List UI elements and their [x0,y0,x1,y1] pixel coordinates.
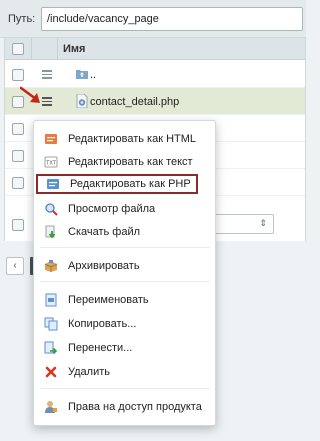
menu-item-label: Копировать... [68,318,137,330]
php-file-icon [76,94,88,108]
chevron-updown-icon: ⇕ [259,218,267,228]
row-name[interactable]: contact_detail.php [90,96,179,108]
edit-html-icon [45,134,57,144]
menu-item-delete[interactable]: Удалить [34,362,215,382]
row-name[interactable]: .. [90,69,96,81]
access-rights-icon [45,401,57,413]
menu-item-label: Права на доступ продукта [68,401,202,413]
menu-divider [40,247,210,248]
table-row-selected[interactable]: contact_detail.php [5,88,305,115]
menu-divider [40,281,210,282]
folder-up-icon [76,70,88,79]
path-bar: Путь: /include/vacancy_page [0,0,306,38]
edit-text-icon: TXT [44,156,58,168]
select-all-checkbox[interactable] [12,43,24,55]
row-checkbox[interactable] [12,123,24,135]
menu-item-rename[interactable]: Переименовать [34,290,215,310]
delete-icon [45,366,57,378]
menu-item-label: Удалить [68,366,110,378]
menu-item-label: Архивировать [68,260,140,272]
menu-item-label: Перенести... [68,342,133,354]
row-checkbox[interactable] [12,150,24,162]
menu-item-label: Редактировать как текст [68,156,193,168]
grid-header: Имя [5,38,305,60]
move-icon [44,341,58,355]
edit-php-icon [47,179,59,189]
archive-icon [44,260,58,272]
header-separator [57,38,58,60]
menu-item-label: Редактировать как HTML [68,133,197,145]
copy-icon [44,317,58,331]
svg-text:TXT: TXT [45,160,56,166]
menu-item-label: Скачать файл [68,226,141,238]
menu-item-edit-text[interactable]: TXT Редактировать как текст [34,152,215,172]
context-menu: Редактировать как HTML TXT Редактировать… [33,120,216,426]
pager-prev-button[interactable]: ‹ [6,257,24,275]
path-label: Путь: [8,13,36,25]
row-menu-icon[interactable] [42,70,52,81]
column-header-name[interactable]: Имя [63,43,85,55]
menu-divider [40,388,210,389]
menu-item-label: Редактировать как PHP [70,178,191,190]
red-arrow-icon [20,86,40,103]
menu-item-edit-html[interactable]: Редактировать как HTML [34,129,215,149]
footer-checkbox[interactable] [12,219,24,231]
menu-item-download[interactable]: Скачать файл [34,222,215,242]
menu-item-view-file[interactable]: Просмотр файла [34,199,215,219]
row-checkbox[interactable] [12,69,24,81]
download-icon [45,225,56,239]
menu-item-label: Переименовать [68,294,149,306]
row-checkbox[interactable] [12,177,24,189]
menu-item-edit-php[interactable]: Редактировать как PHP [36,174,198,194]
menu-item-access-rights[interactable]: Права на доступ продукта [34,397,215,417]
table-row[interactable]: .. [5,61,305,88]
view-file-icon [45,203,58,216]
menu-item-archive[interactable]: Архивировать [34,256,215,276]
menu-item-copy[interactable]: Копировать... [34,314,215,334]
menu-item-label: Просмотр файла [68,203,156,215]
header-separator [31,38,32,60]
menu-item-move[interactable]: Перенести... [34,338,215,358]
path-input[interactable]: /include/vacancy_page [41,7,303,31]
rename-icon [45,293,57,307]
